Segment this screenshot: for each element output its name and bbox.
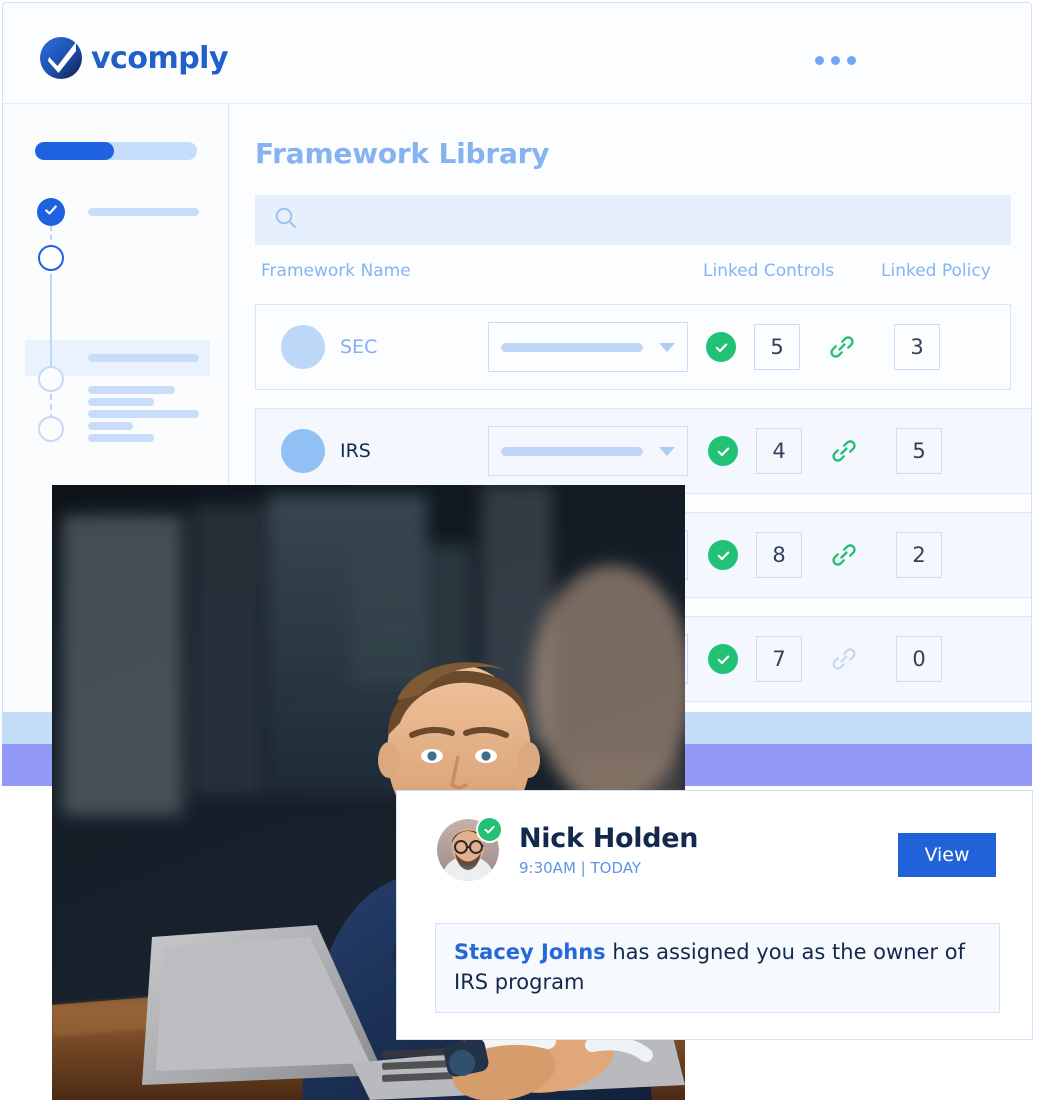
app-topbar: vcomply [3,3,1031,104]
table-column-headers: Framework Name Linked Controls Linked Po… [255,261,1011,291]
sidebar-subitem-placeholder [88,386,175,394]
brand-name: vcomply [91,40,229,76]
sidebar-step-future[interactable] [38,366,64,392]
notification-card: Nick Holden 9:30AM | TODAY View Stacey J… [396,790,1033,1040]
notification-timestamp: 9:30AM | TODAY [519,859,641,878]
check-icon [44,203,58,222]
vcomply-checkmark-icon [39,36,83,80]
link-icon[interactable] [828,539,860,571]
check-circle-icon [708,644,738,674]
linked-policy-count[interactable]: 0 [896,636,942,682]
page-title: Framework Library [255,137,550,170]
check-circle-icon [708,436,738,466]
chevron-down-icon [659,342,675,352]
sidebar-rail-segment [50,274,52,374]
framework-avatar [281,429,325,473]
framework-name: SEC [340,336,378,358]
notification-message: Stacey Johns has assigned you as the own… [435,923,1000,1013]
notification-sender-name: Nick Holden [519,822,699,854]
search-icon [273,205,299,236]
column-header-linked-policy: Linked Policy [881,261,991,281]
linked-policy-count[interactable]: 2 [896,532,942,578]
framework-owner-select[interactable] [488,426,688,476]
chevron-down-icon [659,446,675,456]
brand-logo[interactable]: vcomply [39,36,229,80]
search-input[interactable] [309,210,913,230]
sidebar-rail-segment [50,226,52,240]
sidebar-subitem-placeholder [88,434,154,442]
linked-controls-count[interactable]: 7 [756,636,802,682]
sidebar-subitem-placeholder [88,398,154,406]
link-icon[interactable] [826,331,858,363]
sidebar-subitem-placeholder [88,410,199,418]
link-icon[interactable] [828,643,860,675]
kebab-menu-icon[interactable] [815,56,856,65]
linked-controls-count[interactable]: 5 [754,324,800,370]
notification-actor-link[interactable]: Stacey Johns [454,940,606,964]
avatar[interactable] [437,816,503,881]
sidebar-item-label-placeholder [88,208,199,216]
sidebar-item-label-placeholder [88,354,199,362]
sidebar-step-current[interactable] [38,245,64,271]
linked-policy-count[interactable]: 5 [896,428,942,474]
verified-check-icon [476,816,503,843]
check-circle-icon [708,540,738,570]
notification-header: Nick Holden 9:30AM | TODAY [437,816,698,881]
sidebar-step-future[interactable] [38,416,64,442]
column-header-framework-name: Framework Name [261,261,411,281]
sidebar-subitem-placeholder [88,422,133,430]
framework-name: IRS [340,440,371,462]
sidebar-progress-bar [35,142,197,160]
notification-meta: Nick Holden 9:30AM | TODAY [519,823,698,877]
table-row[interactable]: SEC 5 3 [255,304,1011,390]
check-circle-icon [706,332,736,362]
view-button[interactable]: View [898,833,996,877]
framework-avatar [281,325,325,369]
link-icon[interactable] [828,435,860,467]
column-header-linked-controls: Linked Controls [703,261,835,281]
framework-owner-select[interactable] [488,322,688,372]
linked-controls-count[interactable]: 4 [756,428,802,474]
linked-policy-count[interactable]: 3 [894,324,940,370]
sidebar-step-done[interactable] [37,198,65,226]
search-bar[interactable] [255,195,1011,245]
table-row[interactable]: IRS 4 5 [255,408,1031,494]
linked-controls-count[interactable]: 8 [756,532,802,578]
